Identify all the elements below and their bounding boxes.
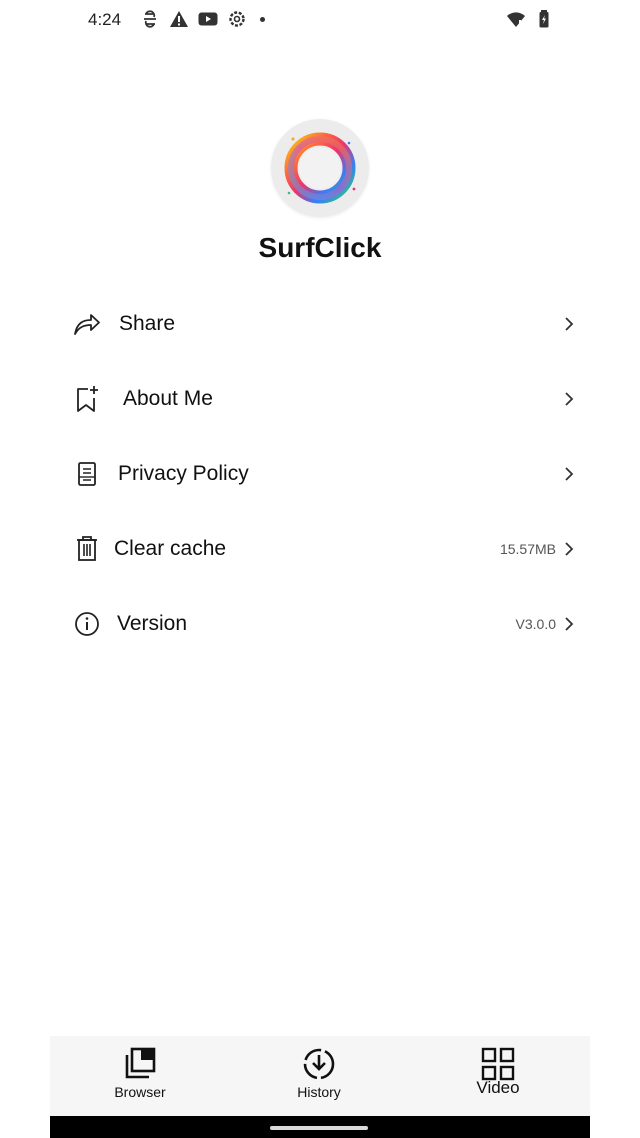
system-gesture-bar: [50, 1116, 590, 1138]
notification-dot-icon: [260, 16, 265, 22]
menu-item-label: About Me: [123, 386, 213, 410]
menu-item-right: [556, 391, 576, 407]
nav-label: History: [297, 1084, 341, 1100]
status-icons-right: [506, 9, 554, 29]
chevron-right-icon: [565, 391, 574, 406]
menu-item-right: V3.0.0: [516, 616, 576, 632]
cache-size-value: 15.57MB: [499, 540, 556, 557]
home-handle[interactable]: [270, 1126, 368, 1130]
download-history-icon: [303, 1048, 335, 1080]
nav-label: Browser: [114, 1084, 166, 1100]
document-icon: [72, 459, 102, 489]
menu-item-share[interactable]: Share: [50, 286, 590, 361]
chevron-right-icon: [565, 616, 574, 631]
alert-icon: [170, 11, 188, 27]
menu-item-clear-cache[interactable]: Clear cache 15.57MB: [50, 511, 590, 586]
chevron-right-icon: [565, 466, 574, 481]
menu-item-about-me[interactable]: About Me: [50, 361, 590, 436]
menu-item-right: [556, 466, 576, 482]
trash-icon: [72, 534, 102, 564]
rainbow-ring-icon: [284, 132, 356, 204]
nav-label: Video: [476, 1078, 520, 1097]
wifi-icon: [507, 12, 525, 27]
app-logo: [271, 119, 369, 217]
settings-icon: [229, 11, 245, 27]
menu-item-label: Share: [119, 311, 176, 335]
youtube-icon: [198, 12, 218, 26]
bookmark-plus-icon: [72, 384, 102, 414]
nav-item-video[interactable]: Video: [448, 1046, 548, 1098]
chevron-right-icon: [565, 316, 574, 331]
bottom-navigation: Browser History Video: [50, 1036, 590, 1116]
menu-item-right: 15.57MB: [500, 541, 576, 557]
share-icon: [72, 309, 102, 339]
menu-item-privacy-policy[interactable]: Privacy Policy: [50, 436, 590, 511]
grid-icon: [481, 1047, 515, 1081]
sync-icon: [144, 10, 156, 28]
menu-item-label: Privacy Policy: [118, 461, 249, 485]
nav-item-history[interactable]: History: [269, 1046, 369, 1100]
nav-item-browser[interactable]: Browser: [90, 1046, 190, 1100]
menu-item-right: [556, 316, 576, 332]
menu-item-label: Clear cache: [114, 536, 227, 560]
settings-menu: Share About Me Privacy Policy Clear cach…: [50, 286, 590, 661]
app-name: SurfClick: [258, 232, 382, 263]
tabs-icon: [125, 1047, 156, 1079]
battery-icon: [539, 10, 549, 28]
info-icon: [72, 609, 102, 639]
chevron-right-icon: [565, 541, 574, 556]
menu-item-version[interactable]: Version V3.0.0: [50, 586, 590, 661]
status-bar: 4:24: [0, 0, 640, 40]
status-time: 4:24: [88, 10, 122, 29]
status-icons-left: [140, 9, 265, 29]
version-value: V3.0.0: [515, 615, 556, 632]
menu-item-label: Version: [117, 611, 188, 635]
